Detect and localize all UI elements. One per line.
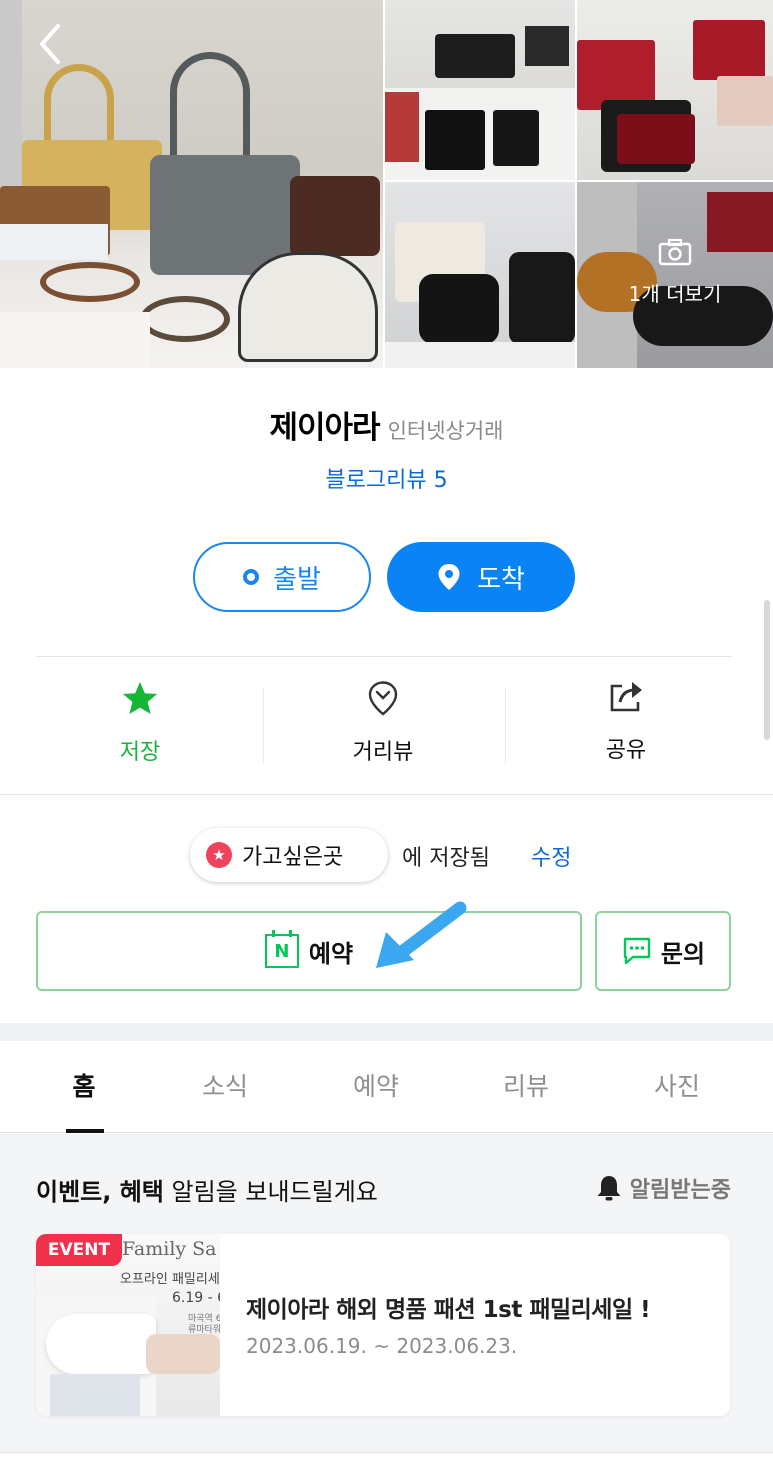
- chat-bubble-icon: [623, 937, 651, 965]
- chevron-left-icon: [40, 24, 60, 64]
- blog-review-link[interactable]: 블로그리뷰 5: [0, 462, 773, 494]
- saved-list-name: 가고싶은곳: [242, 845, 344, 870]
- event-title: 제이아라 해외 명품 패션 1st 패밀리세일 !: [246, 1297, 651, 1323]
- event-tag: EVENT: [36, 1234, 122, 1266]
- tab-reviews[interactable]: 리뷰: [466, 1067, 586, 1103]
- event-heading: 이벤트, 혜택 알림을 보내드릴게요: [36, 1172, 378, 1207]
- saved-edit-link[interactable]: 수정: [531, 840, 571, 872]
- notify-label: 알림받는중: [629, 1178, 731, 1203]
- save-label: 저장: [119, 740, 161, 765]
- share-icon: [610, 682, 642, 712]
- event-thumb-line3: 마곡역 6 류마타워: [188, 1314, 220, 1335]
- bottom-separator: [0, 1452, 773, 1460]
- divider: [36, 656, 732, 657]
- reserve-button[interactable]: N 예약: [36, 911, 582, 991]
- photo-thumb-2[interactable]: [577, 0, 773, 180]
- depart-button[interactable]: 출발: [193, 542, 371, 612]
- tab-home[interactable]: 홈: [24, 1067, 144, 1103]
- place-category: 인터넷상거래: [387, 419, 504, 443]
- action-separator: [263, 688, 264, 764]
- event-thumb-line2: 6.19 - 6: [172, 1290, 220, 1306]
- star-badge-icon: ★: [206, 842, 232, 868]
- bell-icon: [597, 1176, 621, 1201]
- arrive-button[interactable]: 도착: [387, 542, 575, 612]
- notify-toggle[interactable]: 알림받는중: [594, 1172, 731, 1204]
- active-tab-indicator: [66, 1129, 104, 1133]
- tab-bar: 홈 소식 예약 리뷰 사진: [0, 1041, 773, 1133]
- saved-status-row: ★ 가고싶은곳 에 저장됨 수정: [0, 828, 773, 884]
- photo-thumb-3[interactable]: [385, 182, 575, 368]
- event-date: 2023.06.19. ~ 2023.06.23.: [246, 1334, 518, 1358]
- action-separator: [505, 688, 506, 764]
- camera-icon: [658, 238, 692, 266]
- more-photos-indicator[interactable]: 1개 더보기: [577, 238, 773, 307]
- star-icon: [123, 682, 157, 714]
- origin-dot-icon: [243, 569, 260, 585]
- photo-thumb-more[interactable]: 1개 더보기: [577, 182, 773, 368]
- depart-label: 출발: [273, 564, 321, 595]
- reserve-label: 예약: [308, 939, 354, 968]
- share-label: 공유: [605, 738, 647, 763]
- inquiry-button[interactable]: 문의: [595, 911, 731, 991]
- tab-photos[interactable]: 사진: [617, 1067, 737, 1103]
- event-thumb-script: Family Sa: [122, 1238, 217, 1260]
- street-view-label: 거리뷰: [352, 740, 414, 765]
- event-thumb-line1: 오프라인 패밀리세: [120, 1272, 220, 1287]
- arrive-label: 도착: [477, 564, 525, 595]
- save-action[interactable]: 저장: [70, 680, 210, 766]
- event-section: 이벤트, 혜택 알림을 보내드릴게요 알림받는중 Family Sa 오프라인 …: [0, 1134, 773, 1460]
- saved-list-chip[interactable]: ★ 가고싶은곳: [190, 828, 388, 882]
- tab-reservation[interactable]: 예약: [316, 1067, 436, 1103]
- back-button[interactable]: [28, 20, 72, 68]
- saved-message: 에 저장됨: [402, 846, 490, 871]
- section-separator: [0, 794, 773, 795]
- event-card[interactable]: Family Sa 오프라인 패밀리세 6.19 - 6 마곡역 6 류마타워 …: [36, 1234, 730, 1416]
- event-heading-rest: 알림을 보내드릴게요: [163, 1178, 378, 1206]
- place-name: 제이아라: [269, 410, 380, 446]
- share-action[interactable]: 공유: [556, 680, 696, 764]
- location-pin-icon: [438, 564, 460, 590]
- main-photo[interactable]: [0, 0, 383, 368]
- photo-thumb-1[interactable]: [385, 0, 575, 180]
- street-view-icon: [368, 681, 398, 716]
- photo-gallery[interactable]: 1개 더보기: [0, 0, 773, 368]
- place-title-row: 제이아라 인터넷상거래: [0, 402, 773, 447]
- street-view-action[interactable]: 거리뷰: [313, 680, 453, 766]
- event-thumbnail: Family Sa 오프라인 패밀리세 6.19 - 6 마곡역 6 류마타워 …: [36, 1234, 220, 1416]
- naver-booking-icon: N: [264, 930, 299, 968]
- section-gap: [0, 1023, 773, 1041]
- inquiry-label: 문의: [660, 939, 706, 968]
- more-photos-label: 1개 더보기: [628, 282, 722, 306]
- tab-news[interactable]: 소식: [165, 1067, 285, 1103]
- scrollbar[interactable]: [764, 600, 770, 740]
- annotation-arrow-icon: [376, 901, 467, 968]
- event-heading-bold: 이벤트, 혜택: [36, 1178, 164, 1206]
